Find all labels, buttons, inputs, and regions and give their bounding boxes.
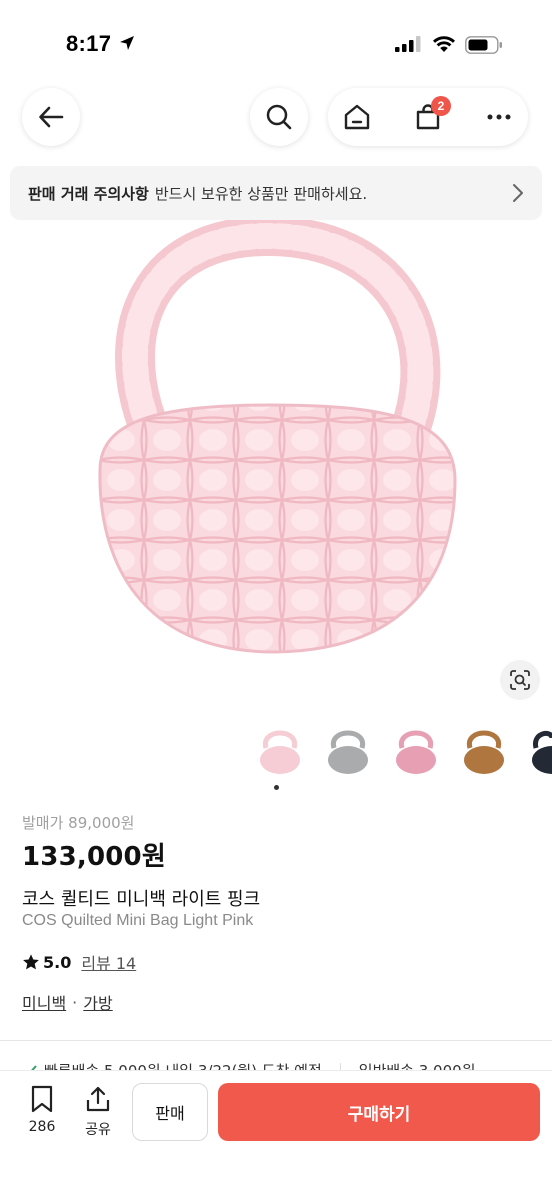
category-tags: 미니백 · 가방	[22, 990, 113, 1014]
thumbnail-4[interactable]	[458, 718, 510, 778]
thumbnail-5[interactable]	[526, 718, 552, 778]
rating-value: 5.0	[43, 952, 72, 972]
thumbnail-3-bag	[396, 746, 436, 774]
bookmark-icon	[31, 1085, 53, 1113]
home-button[interactable]	[328, 88, 386, 146]
status-time: 8:17	[66, 31, 112, 56]
bookmark-button[interactable]: 286	[22, 1085, 62, 1135]
home-icon	[344, 104, 370, 130]
share-button[interactable]: 공유	[78, 1085, 118, 1139]
cellular-signal-icon	[395, 36, 421, 52]
lens-scan-icon	[510, 670, 530, 690]
rating-row: 5.0 리뷰 14	[22, 950, 136, 974]
more-dots-icon	[487, 114, 511, 120]
product-image[interactable]	[0, 220, 552, 710]
sell-button[interactable]: 판매	[132, 1083, 208, 1141]
wifi-icon	[433, 36, 455, 52]
cart-count-badge: 2	[431, 96, 451, 116]
thumbnail-1-bag	[260, 746, 300, 774]
battery-icon	[465, 36, 502, 54]
thumbnail-1[interactable]	[254, 718, 306, 778]
notice-text: 반드시 보유한 상품만 판매하세요.	[154, 184, 368, 203]
cart-button[interactable]	[399, 88, 457, 146]
buy-button[interactable]: 구매하기	[218, 1083, 540, 1141]
product-price: 133,000원	[22, 842, 166, 872]
thumbnail-indicator-dot	[274, 785, 279, 790]
section-divider	[0, 1040, 552, 1041]
thumbnail-2[interactable]	[322, 718, 374, 778]
image-search-button[interactable]	[500, 660, 540, 700]
thumbnail-4-bag	[464, 746, 504, 774]
status-bar: 8:17	[0, 0, 552, 80]
star-icon	[23, 954, 39, 970]
nav-actions-group	[328, 88, 528, 146]
back-arrow-icon	[39, 106, 64, 128]
thumbnail-3[interactable]	[390, 718, 442, 778]
thumbnail-5-bag	[532, 746, 552, 774]
notice-title: 판매 거래 주의사항	[28, 184, 149, 203]
thumbnail-2-bag	[328, 746, 368, 774]
product-title-english: COS Quilted Mini Bag Light Pink	[22, 912, 254, 929]
back-button[interactable]	[22, 88, 80, 146]
tag-separator: ·	[72, 992, 78, 1012]
selling-notice-banner[interactable]: 판매 거래 주의사항 반드시 보유한 상품만 판매하세요.	[10, 166, 542, 220]
share-label: 공유	[85, 1122, 111, 1138]
bottom-action-bar: 286 공유 판매 구매하기	[0, 1070, 552, 1200]
location-arrow-icon	[120, 36, 134, 50]
search-icon	[266, 104, 292, 130]
chevron-right-icon	[513, 184, 523, 202]
bookmark-count: 286	[28, 1119, 56, 1135]
release-price: 발매가 89,000원	[22, 814, 135, 832]
search-button[interactable]	[250, 88, 308, 146]
tag-bag[interactable]: 가방	[83, 990, 112, 1014]
review-count-link[interactable]: 리뷰 14	[81, 950, 136, 974]
more-options-button[interactable]	[470, 88, 528, 146]
tag-mini-bag[interactable]: 미니백	[22, 990, 66, 1014]
product-title-korean: 코스 퀼티드 미니백 라이트 핑크	[22, 889, 261, 910]
share-icon	[86, 1086, 110, 1112]
